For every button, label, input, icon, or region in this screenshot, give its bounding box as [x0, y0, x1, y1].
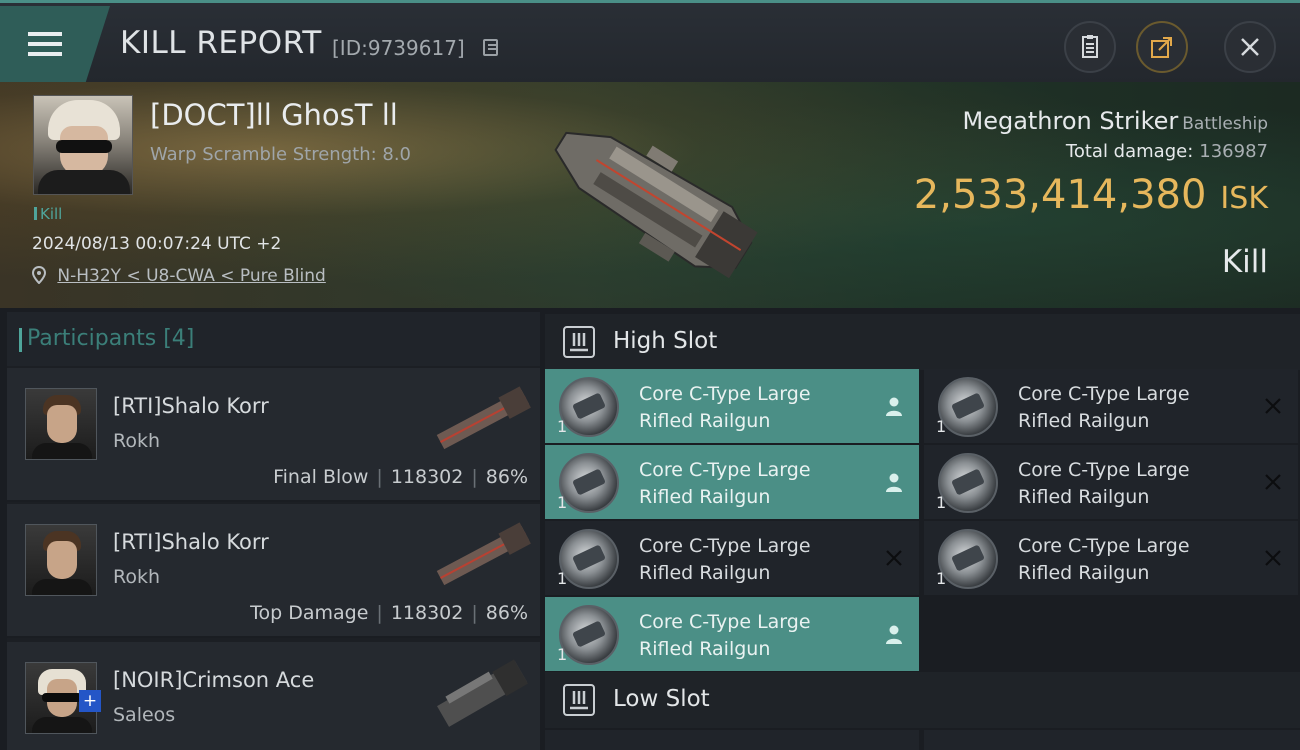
- participant-row[interactable]: [RTI]Shalo Korr Rokh Final Blow | 118302 | 8…: [7, 368, 540, 502]
- participant-avatar: [25, 388, 97, 460]
- module-item[interactable]: [545, 730, 919, 750]
- participants-title: Participants [4]: [18, 326, 195, 352]
- participant-stats: Final Blow | 118302 | 86%: [273, 466, 528, 488]
- module-quantity: 1: [557, 493, 568, 512]
- participant-avatar: [25, 524, 97, 596]
- participant-name: [RTI]Shalo Korr: [113, 394, 269, 418]
- participant-ship-image: [436, 522, 531, 586]
- module-quantity: 1: [557, 569, 568, 588]
- module-quantity: 1: [936, 569, 947, 588]
- participant-ship-image: [436, 386, 531, 450]
- participant-percent: 86%: [485, 466, 528, 488]
- participant-ship: Rokh: [113, 430, 161, 452]
- module-name: Core C-Type Large Rifled Railgun: [639, 611, 811, 660]
- module-item[interactable]: 1 Core C-Type Large Rifled Railgun: [545, 597, 919, 671]
- railgun-module-icon: [559, 529, 619, 589]
- victim-ship-image[interactable]: [525, 92, 775, 302]
- module-name: Core C-Type Large Rifled Railgun: [639, 535, 811, 584]
- ship-name: Megathron Striker: [962, 107, 1179, 135]
- high-slot-icon: [563, 326, 595, 358]
- module-quantity: 1: [936, 417, 947, 436]
- menu-button[interactable]: [0, 6, 110, 82]
- kill-datetime: 2024/08/13 00:07:24 UTC +2: [32, 234, 282, 254]
- module-name: Core C-Type Large Rifled Railgun: [1018, 383, 1190, 432]
- participant-name: [RTI]Shalo Korr: [113, 530, 269, 554]
- module-name: Core C-Type Large Rifled Railgun: [1018, 459, 1190, 508]
- location-pin-icon: [31, 265, 51, 286]
- participant-damage: 118302: [390, 466, 464, 488]
- isk-amount: 2,533,414,380: [913, 172, 1207, 218]
- module-name: Core C-Type Large Rifled Railgun: [639, 383, 811, 432]
- dropped-person-icon: [886, 473, 902, 492]
- top-bar: KILL REPORT [ID:9739617]: [0, 0, 1300, 82]
- railgun-module-icon: [938, 529, 998, 589]
- railgun-module-icon: [559, 605, 619, 665]
- copy-icon[interactable]: [483, 39, 498, 56]
- victim-avatar[interactable]: [33, 95, 133, 195]
- participant-stats: Top Damage | 118302 | 86%: [250, 602, 528, 624]
- participant-ship: Saleos: [113, 704, 176, 726]
- high-slot-label: High Slot: [613, 328, 718, 354]
- module-item[interactable]: [924, 730, 1300, 750]
- close-icon: [1241, 38, 1259, 56]
- destroyed-x-icon: [1265, 550, 1281, 566]
- low-slot-header: Low Slot: [545, 672, 1300, 728]
- module-item[interactable]: 1 Core C-Type Large Rifled Railgun: [924, 445, 1298, 519]
- clipboard-icon: [1082, 35, 1098, 58]
- kill-tag: Kill: [34, 205, 62, 223]
- module-item[interactable]: 1 Core C-Type Large Rifled Railgun: [545, 369, 919, 443]
- kill-location[interactable]: N-H32Y < U8-CWA < Pure Blind: [31, 265, 326, 286]
- low-slot-icon: [563, 684, 595, 716]
- module-item[interactable]: 1 Core C-Type Large Rifled Railgun: [924, 521, 1298, 595]
- dropped-person-icon: [886, 397, 902, 416]
- railgun-module-icon: [559, 377, 619, 437]
- railgun-module-icon: [559, 453, 619, 513]
- isk-value: 2,533,414,380 ISK: [914, 172, 1268, 218]
- kill-result: Kill: [1221, 244, 1268, 280]
- participant-damage: 118302: [390, 602, 464, 624]
- destroyed-x-icon: [1265, 398, 1281, 414]
- share-icon: [1151, 37, 1172, 58]
- victim-name[interactable]: [DOCT]ll GhosT ll: [150, 98, 398, 132]
- railgun-module-icon: [938, 377, 998, 437]
- clipboard-button[interactable]: [1064, 21, 1116, 73]
- report-id: [ID:9739617]: [332, 36, 465, 60]
- location-link[interactable]: N-H32Y < U8-CWA < Pure Blind: [57, 266, 325, 286]
- low-slot-label: Low Slot: [613, 686, 710, 712]
- close-button[interactable]: [1224, 21, 1276, 73]
- dropped-person-icon: [886, 625, 902, 644]
- high-slot-header: High Slot: [545, 314, 1300, 370]
- module-quantity: 1: [557, 645, 568, 664]
- module-item[interactable]: 1 Core C-Type Large Rifled Railgun: [924, 369, 1298, 443]
- module-quantity: 1: [936, 493, 947, 512]
- isk-unit: ISK: [1220, 181, 1268, 216]
- total-damage-label: Total damage:: [1065, 141, 1194, 162]
- ship-class: Battleship: [1182, 114, 1268, 134]
- participant-role: Top Damage: [250, 602, 369, 624]
- participant-ship: Rokh: [113, 566, 161, 588]
- participant-percent: 86%: [485, 602, 528, 624]
- module-item[interactable]: 1 Core C-Type Large Rifled Railgun: [545, 521, 919, 595]
- participants-panel: Participants [4] [RTI]Shalo Korr Rokh Fi…: [7, 312, 540, 750]
- share-button[interactable]: [1136, 21, 1188, 73]
- module-item[interactable]: 1 Core C-Type Large Rifled Railgun: [545, 445, 919, 519]
- participants-header: Participants [4]: [7, 312, 540, 366]
- participant-row[interactable]: + [NOIR]Crimson Ace Saleos: [7, 642, 540, 750]
- destroyed-x-icon: [886, 550, 902, 566]
- victim-ship-type[interactable]: Megathron Striker Battleship: [962, 107, 1268, 135]
- warp-scramble-strength: Warp Scramble Strength: 8.0: [150, 144, 412, 165]
- participant-name: [NOIR]Crimson Ace: [113, 668, 315, 692]
- railgun-module-icon: [938, 453, 998, 513]
- page-title: KILL REPORT: [120, 25, 322, 61]
- module-name: Core C-Type Large Rifled Railgun: [639, 459, 811, 508]
- total-damage-value: 136987: [1199, 141, 1268, 162]
- participant-ship-image: [437, 659, 528, 727]
- module-quantity: 1: [557, 417, 568, 436]
- participant-role: Final Blow: [273, 466, 369, 488]
- total-damage: Total damage: 136987: [1066, 141, 1268, 162]
- plus-badge-icon: +: [79, 690, 101, 712]
- module-name: Core C-Type Large Rifled Railgun: [1018, 535, 1190, 584]
- participant-row[interactable]: [RTI]Shalo Korr Rokh Top Damage | 118302 | 8…: [7, 504, 540, 638]
- destroyed-x-icon: [1265, 474, 1281, 490]
